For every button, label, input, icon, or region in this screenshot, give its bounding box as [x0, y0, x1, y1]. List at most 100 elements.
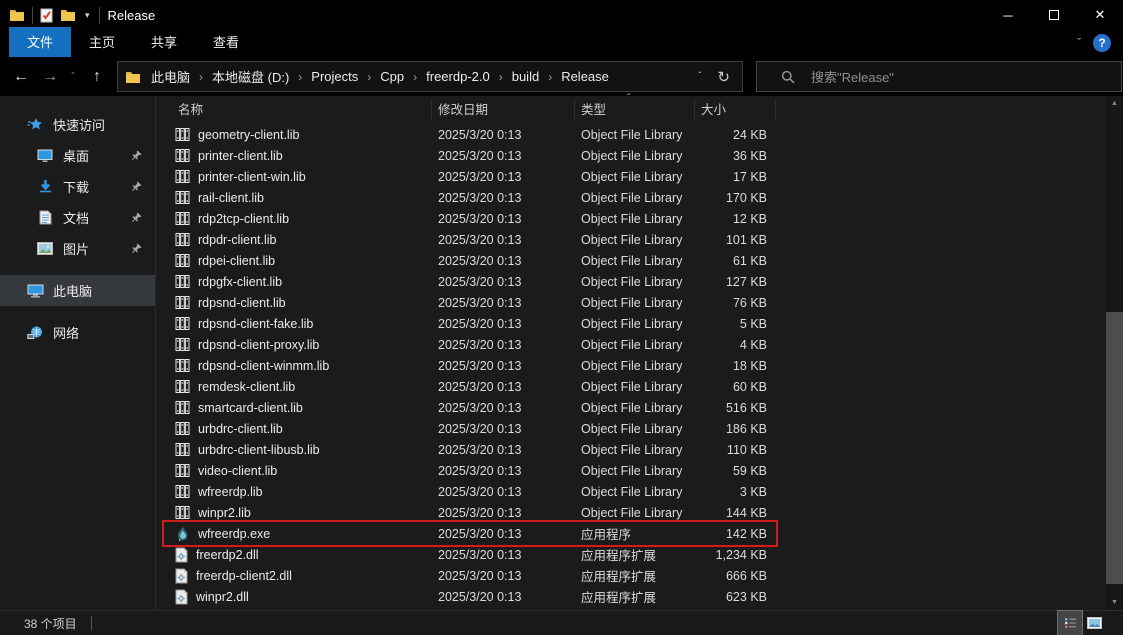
file-row[interactable]: rdpdr-client.lib2025/3/20 0:13Object Fil… [156, 229, 776, 250]
file-name: urbdrc-client.lib [198, 422, 283, 436]
file-size: 61 KB [695, 254, 776, 268]
file-row[interactable]: rdpgfx-client.lib2025/3/20 0:13Object Fi… [156, 271, 776, 292]
sidebar-item[interactable]: 图片 [0, 233, 155, 264]
file-date: 2025/3/20 0:13 [432, 401, 575, 415]
column-header[interactable]: 名称 [156, 99, 432, 121]
column-header[interactable]: 大小 [695, 99, 776, 121]
file-date: 2025/3/20 0:13 [432, 569, 575, 583]
tab-home[interactable]: 主页 [71, 27, 133, 57]
scrollbar-thumb[interactable] [1106, 312, 1123, 584]
new-folder-icon[interactable] [60, 8, 76, 22]
file-row[interactable]: printer-client-win.lib2025/3/20 0:13Obje… [156, 166, 776, 187]
file-row[interactable]: video-client.lib2025/3/20 0:13Object Fil… [156, 460, 776, 481]
column-header[interactable]: 类型 [575, 99, 695, 121]
search-box[interactable]: 搜索"Release" [756, 61, 1122, 92]
dll-file-icon [175, 568, 188, 584]
qat-separator [32, 7, 33, 24]
file-type: Object File Library [575, 464, 695, 478]
refresh-icon[interactable]: ↻ [713, 68, 742, 86]
file-size: 3 KB [695, 485, 776, 499]
column-header[interactable]: 修改日期 [432, 99, 575, 121]
qat-customize-chevron-icon[interactable]: ▾ [83, 11, 92, 20]
help-button[interactable]: ? [1093, 34, 1111, 52]
ribbon-collapse-chevron-icon[interactable]: ˇ [1077, 37, 1081, 49]
file-row[interactable]: urbdrc-client-libusb.lib2025/3/20 0:13Ob… [156, 439, 776, 460]
sidebar-item[interactable]: 桌面 [0, 140, 155, 171]
file-type: Object File Library [575, 170, 695, 184]
search-icon [769, 70, 803, 84]
file-name-cell: remdesk-client.lib [156, 379, 432, 394]
breadcrumb-item[interactable]: build [509, 69, 542, 84]
file-size: 4 KB [695, 338, 776, 352]
file-row[interactable]: freerdp2.dll2025/3/20 0:13应用程序扩展1,234 KB [156, 544, 776, 565]
file-row[interactable]: rdpsnd-client-winmm.lib2025/3/20 0:13Obj… [156, 355, 776, 376]
address-bar[interactable]: 此电脑›本地磁盘 (D:)›Projects›Cpp›freerdp-2.0›b… [117, 61, 743, 92]
minimize-button[interactable]: ─ [985, 0, 1031, 30]
forward-button[interactable]: → [36, 69, 64, 85]
breadcrumb-chevron-icon: › [292, 70, 308, 84]
file-date: 2025/3/20 0:13 [432, 170, 575, 184]
file-type: Object File Library [575, 485, 695, 499]
close-button[interactable]: ✕ [1077, 0, 1123, 30]
explorer-window: ▾ Release ─ ✕ 文件主页共享查看 ˇ ? ← → ˇ ↑ 此电脑›本… [0, 0, 1123, 635]
file-name-cell: rdpsnd-client.lib [156, 295, 432, 310]
file-name-cell: smartcard-client.lib [156, 400, 432, 415]
file-row[interactable]: wfreerdp.exe2025/3/20 0:13应用程序142 KB [156, 523, 776, 544]
file-row[interactable]: urbdrc-client.lib2025/3/20 0:13Object Fi… [156, 418, 776, 439]
file-date: 2025/3/20 0:13 [432, 191, 575, 205]
file-row[interactable]: rdp2tcp-client.lib2025/3/20 0:13Object F… [156, 208, 776, 229]
file-list: 名称修改日期类型大小ˆ geometry-client.lib2025/3/20… [156, 96, 1123, 610]
properties-check-icon[interactable] [40, 8, 53, 23]
breadcrumb-item[interactable]: freerdp-2.0 [423, 69, 493, 84]
file-row[interactable]: remdesk-client.lib2025/3/20 0:13Object F… [156, 376, 776, 397]
window-title: Release [108, 8, 156, 23]
breadcrumb-item[interactable]: Cpp [377, 69, 407, 84]
file-row[interactable]: geometry-client.lib2025/3/20 0:13Object … [156, 124, 776, 145]
sidebar-item-label: 快速访问 [53, 115, 105, 134]
thumbnail-view-button[interactable] [1082, 611, 1106, 635]
file-size: 17 KB [695, 170, 776, 184]
breadcrumb-chevron-icon: › [407, 70, 423, 84]
vertical-scrollbar[interactable]: ▲ ▼ [1106, 96, 1123, 610]
breadcrumb-item[interactable]: Release [558, 69, 612, 84]
pin-icon [130, 243, 142, 255]
scroll-up-arrow-icon[interactable]: ▲ [1106, 96, 1123, 111]
file-row[interactable]: wfreerdp.lib2025/3/20 0:13Object File Li… [156, 481, 776, 502]
details-view-button[interactable] [1058, 611, 1082, 635]
file-row[interactable]: rdpsnd-client-fake.lib2025/3/20 0:13Obje… [156, 313, 776, 334]
dll-file-icon [175, 547, 188, 563]
scroll-down-arrow-icon[interactable]: ▼ [1106, 595, 1123, 610]
thumbnail-view-icon [1087, 617, 1102, 629]
up-button[interactable]: ↑ [82, 69, 112, 85]
file-name-cell: winpr2.dll [156, 589, 432, 605]
breadcrumb-item[interactable]: Projects [308, 69, 361, 84]
file-row[interactable]: winpr2.dll2025/3/20 0:13应用程序扩展623 KB [156, 586, 776, 607]
file-name-cell: printer-client-win.lib [156, 169, 432, 184]
sidebar-item[interactable]: 文档 [0, 202, 155, 233]
breadcrumb-chevron-icon: › [542, 70, 558, 84]
sidebar-item[interactable]: 快速访问 [0, 109, 155, 140]
tab-share[interactable]: 共享 [133, 27, 195, 57]
file-row[interactable]: freerdp-client2.dll2025/3/20 0:13应用程序扩展6… [156, 565, 776, 586]
file-row[interactable]: smartcard-client.lib2025/3/20 0:13Object… [156, 397, 776, 418]
file-name: freerdp-client2.dll [196, 569, 292, 583]
file-row[interactable]: printer-client.lib2025/3/20 0:13Object F… [156, 145, 776, 166]
file-row[interactable]: rdpsnd-client-proxy.lib2025/3/20 0:13Obj… [156, 334, 776, 355]
file-row[interactable]: winpr2.lib2025/3/20 0:13Object File Libr… [156, 502, 776, 523]
file-name: rdpsnd-client.lib [198, 296, 286, 310]
back-button[interactable]: ← [6, 69, 36, 85]
address-dropdown-chevron-icon[interactable]: ˇ [686, 71, 713, 82]
recent-locations-chevron-icon[interactable]: ˇ [64, 72, 82, 81]
view-toggle-buttons [1058, 611, 1106, 635]
sidebar-item[interactable]: 下载 [0, 171, 155, 202]
file-row[interactable]: rdpsnd-client.lib2025/3/20 0:13Object Fi… [156, 292, 776, 313]
maximize-button[interactable] [1031, 0, 1077, 30]
tab-view[interactable]: 查看 [195, 27, 257, 57]
tab-file[interactable]: 文件 [9, 27, 71, 57]
file-row[interactable]: rail-client.lib2025/3/20 0:13Object File… [156, 187, 776, 208]
breadcrumb-item[interactable]: 此电脑 [148, 67, 193, 86]
breadcrumb-item[interactable]: 本地磁盘 (D:) [209, 67, 292, 86]
sidebar-item[interactable]: 网络 [0, 317, 155, 348]
file-row[interactable]: rdpei-client.lib2025/3/20 0:13Object Fil… [156, 250, 776, 271]
sidebar-item[interactable]: 此电脑 [0, 275, 155, 306]
